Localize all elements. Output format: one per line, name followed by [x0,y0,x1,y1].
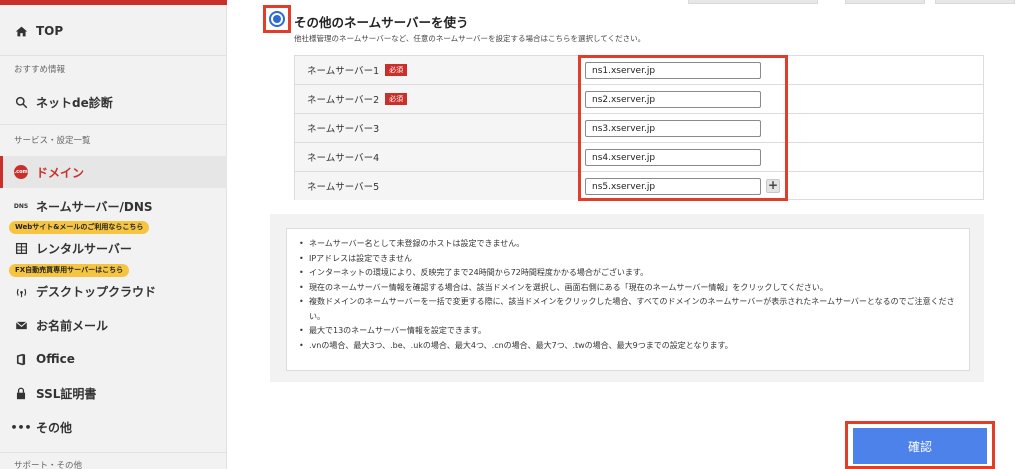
sidebar-item-top[interactable]: TOP [0,15,227,47]
sidebar-item-label: その他 [36,420,73,435]
top-tab[interactable] [688,0,818,4]
confirm-button[interactable]: 確認 [853,428,987,464]
note-item: .vnの場合、最大3つ、.be、.ukの場合、最大4つ、.cnの場合、最大7つ、… [299,339,957,354]
sidebar-item-net-diagnosis[interactable]: ネットde診断 [0,86,227,118]
note-item: インターネットの環境により、反映完了まで24時間から72時間程度かかる場合がござ… [299,266,957,281]
sidebar-item-label: Office [36,352,75,366]
more-icon: ••• [10,420,32,434]
domain-icon: .com [14,165,28,179]
nameserver-label: ネームサーバー3 [295,114,581,142]
nameserver-label: ネームサーバー5 [295,172,581,200]
sidebar: TOP おすすめ情報 ネットde診断 サービス・設定一覧 .com ドメイン D… [0,0,227,469]
divider [0,452,227,453]
sidebar-item-label: ネームサーバー/DNS [36,199,153,214]
sidebar-top-accent [0,0,227,5]
sidebar-item-label: ネットde診断 [36,95,113,110]
required-badge: 必須 [385,64,408,76]
note-item: ネームサーバー名として未登録のホストは設定できません。 [299,237,957,252]
sidebar-item-label: お名前メール [36,318,109,333]
top-tab[interactable] [935,0,1015,4]
required-badge: 必須 [385,93,408,105]
nameserver-label: ネームサーバー4 [295,143,581,171]
note-item: IPアドレスは設定できません [299,252,957,267]
radio-selected-dot [273,15,281,23]
office-icon [14,352,28,366]
sidebar-item-label: ドメイン [36,165,85,180]
section-label-support: サポート・その他 [14,461,83,469]
sidebar-item-mail[interactable]: お名前メール [0,309,227,341]
envelope-icon [14,318,28,332]
sidebar-item-label: SSL証明書 [36,386,97,401]
sidebar-item-domain[interactable]: .com ドメイン [0,156,227,188]
section-label-recommend: おすすめ情報 [14,65,66,75]
search-icon [14,95,28,109]
dns-icon: DNS [13,202,29,210]
option-description: 他社様管理のネームサーバーなど、任意のネームサーバーを設定する場合はこちらを選択… [294,34,646,43]
divider [0,124,227,125]
sidebar-item-other[interactable]: ••• その他 [0,411,227,443]
other-nameserver-radio[interactable] [269,11,285,27]
divider [0,55,227,56]
note-item: 最大で13のネームサーバー情報を設定できます。 [299,324,957,339]
sidebar-item-label: レンタルサーバー [36,241,132,256]
notes-box: ネームサーバー名として未登録のホストは設定できません。 IPアドレスは設定できま… [286,228,970,371]
sidebar-item-office[interactable]: Office [0,343,227,375]
note-item: 現在のネームサーバー情報を確認する場合は、該当ドメインを選択し、画面右側にある「… [299,281,957,296]
option-title: その他のネームサーバーを使う [294,15,469,30]
section-label-services: サービス・設定一覧 [14,136,91,146]
broadcast-icon [14,284,28,298]
inputs-highlight [578,55,788,201]
sidebar-item-label: デスクトップクラウド [36,284,157,299]
sidebar-item-ssl[interactable]: SSL証明書 [0,377,227,409]
nameserver-label: ネームサーバー1 必須 [295,56,581,84]
sidebar-item-nameserver-dns[interactable]: DNS ネームサーバー/DNS [0,190,227,222]
radio-highlight [263,5,291,33]
home-icon [14,24,28,38]
nameserver-label: ネームサーバー2 必須 [295,85,581,113]
top-tab[interactable] [845,0,925,4]
lock-icon [14,386,28,400]
note-item: 複数ドメインのネームサーバーを一括で変更する際に、該当ドメインをクリックした場合… [299,295,957,324]
sidebar-item-rental-server[interactable]: レンタルサーバー [0,232,227,264]
server-icon [14,241,28,255]
sidebar-item-label: TOP [36,24,64,38]
sidebar-item-desktop-cloud[interactable]: デスクトップクラウド [0,275,227,307]
